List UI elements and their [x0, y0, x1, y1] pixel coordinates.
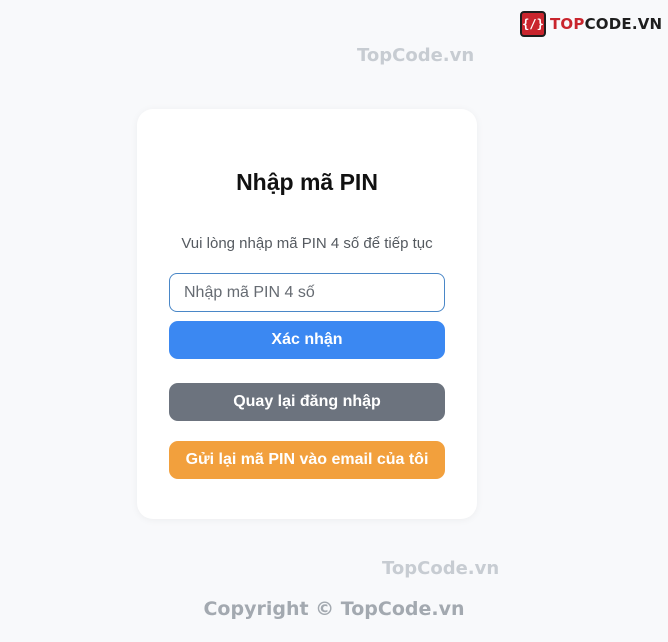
back-to-login-button[interactable]: Quay lại đăng nhập: [169, 383, 445, 421]
watermark-bottom: TopCode.vn: [382, 558, 500, 579]
topcode-logo: {/} TOPCODE.VN: [520, 11, 662, 37]
watermark-top: TopCode.vn: [357, 45, 475, 66]
pin-input[interactable]: [169, 273, 445, 312]
resend-pin-button[interactable]: Gửi lại mã PIN vào email của tôi: [169, 441, 445, 479]
code-brackets-icon: {/}: [520, 11, 546, 37]
page-title: Nhập mã PIN: [236, 169, 378, 195]
pin-card: Nhập mã PIN Vui lòng nhập mã PIN 4 số để…: [137, 109, 477, 519]
copyright-text: Copyright © TopCode.vn: [203, 598, 465, 620]
logo-text: TOPCODE.VN: [550, 15, 662, 33]
logo-text-top: TOP: [550, 15, 585, 33]
logo-text-code: CODE.VN: [584, 15, 663, 33]
subtitle: Vui lòng nhập mã PIN 4 số để tiếp tục: [181, 235, 433, 252]
confirm-button[interactable]: Xác nhận: [169, 321, 445, 359]
